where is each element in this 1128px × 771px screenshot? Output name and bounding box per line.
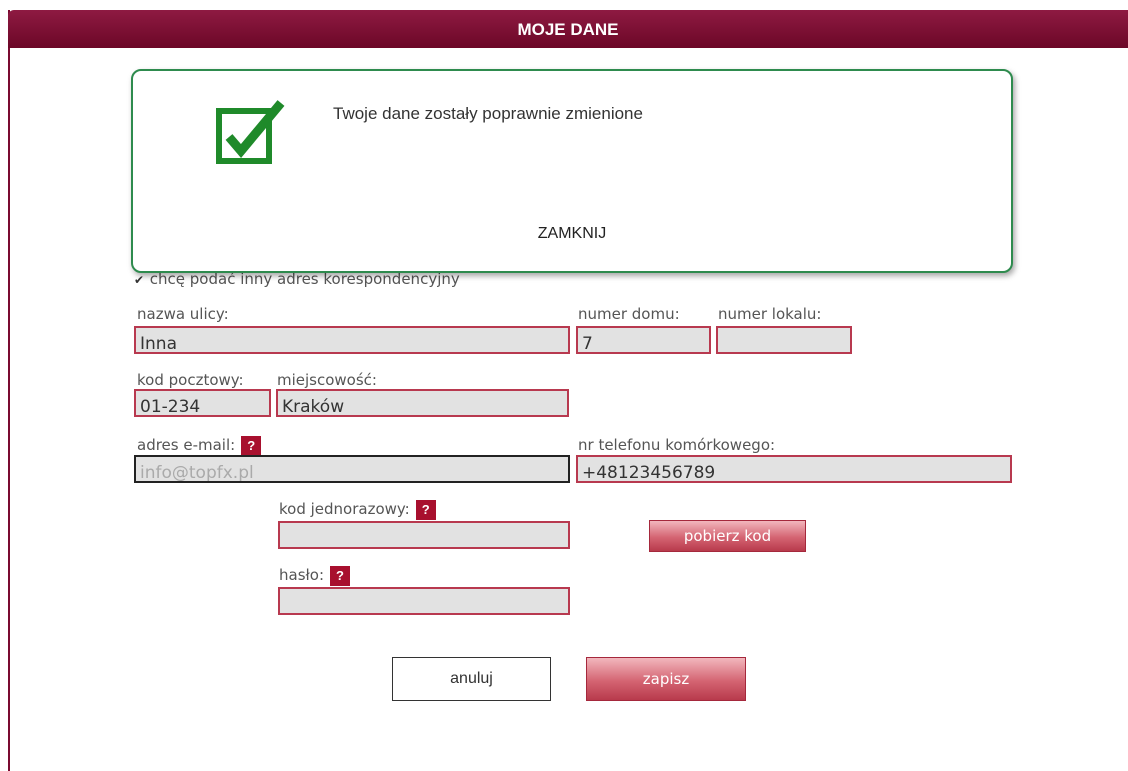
page-title: MOJE DANE xyxy=(8,10,1128,48)
street-input[interactable]: Inna xyxy=(134,326,570,354)
city-input[interactable]: Kraków xyxy=(276,389,569,417)
email-label-row: adres e-mail:? xyxy=(137,436,262,456)
password-help-icon[interactable]: ? xyxy=(330,566,351,586)
password-label-row: hasło:? xyxy=(279,566,351,586)
get-code-button[interactable]: pobierz kod xyxy=(649,520,806,552)
city-label: miejscowość: xyxy=(277,371,377,389)
apartment-number-label: numer lokalu: xyxy=(718,305,822,323)
close-button[interactable]: ZAMKNIJ xyxy=(133,225,1011,243)
one-time-code-help-icon[interactable]: ? xyxy=(415,500,436,520)
checkmark-icon xyxy=(216,100,285,164)
password-label: hasło: xyxy=(279,566,325,584)
postal-code-label: kod pocztowy: xyxy=(137,371,244,389)
alt-address-checkbox[interactable]: ✔ xyxy=(134,274,145,286)
house-number-input[interactable]: 7 xyxy=(576,326,711,354)
house-number-label: numer domu: xyxy=(578,305,680,323)
phone-label: nr telefonu komórkowego: xyxy=(578,436,776,454)
cancel-button[interactable]: anuluj xyxy=(392,657,551,701)
one-time-code-input[interactable] xyxy=(278,521,570,549)
email-help-icon[interactable]: ? xyxy=(241,436,262,456)
phone-input[interactable]: +48123456789 xyxy=(576,455,1012,483)
one-time-code-label-row: kod jednorazowy:? xyxy=(279,500,436,520)
success-dialog: Twoje dane zostały poprawnie zmienione Z… xyxy=(131,69,1013,273)
save-button[interactable]: zapisz xyxy=(586,657,746,701)
postal-code-input[interactable]: 01-234 xyxy=(134,389,271,417)
password-input[interactable] xyxy=(278,587,570,615)
email-label: adres e-mail: xyxy=(137,436,236,454)
email-input[interactable]: info@topfx.pl xyxy=(134,455,570,483)
street-label: nazwa ulicy: xyxy=(137,305,229,323)
success-message: Twoje dane zostały poprawnie zmienione xyxy=(333,104,643,123)
apartment-number-input[interactable] xyxy=(716,326,852,354)
one-time-code-label: kod jednorazowy: xyxy=(279,500,410,518)
